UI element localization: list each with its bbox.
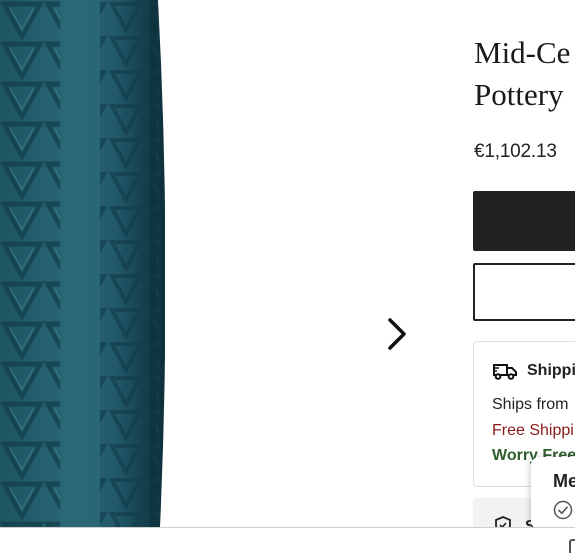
product-page: Mid-Ce Pottery €1,102.13 Shippi Ships fr… — [0, 0, 575, 553]
free-shipping-text: Free Shippi — [492, 422, 574, 439]
product-image-gallery — [0, 0, 440, 527]
secondary-action-button[interactable] — [473, 263, 575, 321]
add-to-cart-button[interactable] — [473, 191, 575, 251]
ships-from-text: Ships from — [492, 396, 569, 413]
product-photo — [0, 0, 175, 527]
notification-popup[interactable]: Me — [531, 457, 575, 529]
chevron-right-icon[interactable] — [380, 316, 412, 352]
bracket-icon — [569, 539, 575, 553]
popup-title: Me — [553, 471, 575, 491]
bottom-bar — [0, 527, 575, 553]
check-circle-icon — [553, 500, 573, 520]
product-price: €1,102.13 — [474, 141, 557, 162]
shipping-heading: Shippi — [527, 362, 575, 379]
truck-icon — [493, 364, 517, 380]
product-title: Mid-Ce Pottery — [474, 35, 571, 112]
